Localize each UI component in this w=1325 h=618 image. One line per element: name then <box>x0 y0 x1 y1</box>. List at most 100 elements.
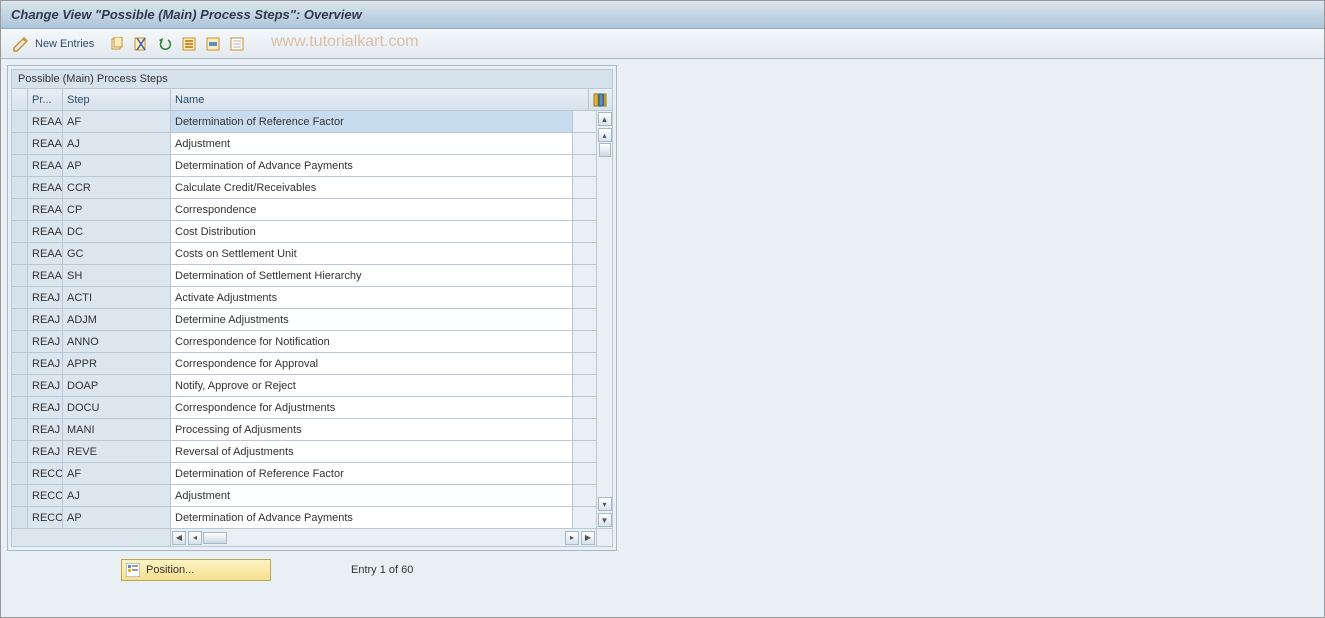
table-row[interactable]: REAJDOCUCorrespondence for Adjustments <box>12 397 597 419</box>
row-selector[interactable] <box>12 221 28 243</box>
row-selector[interactable] <box>12 331 28 353</box>
cell-step: AJ <box>63 485 171 507</box>
row-selector[interactable] <box>12 111 28 133</box>
cell-name[interactable]: Determination of Advance Payments <box>171 155 573 177</box>
select-block-icon[interactable] <box>204 35 222 53</box>
cell-spacer <box>573 243 597 265</box>
cell-name[interactable]: Cost Distribution <box>171 221 573 243</box>
scroll-down-icon[interactable]: ▼ <box>598 513 612 527</box>
cell-name[interactable]: Calculate Credit/Receivables <box>171 177 573 199</box>
cell-pr: REAJ <box>28 375 63 397</box>
cell-name[interactable]: Determination of Advance Payments <box>171 507 573 529</box>
cell-pr: REAJ <box>28 331 63 353</box>
row-selector[interactable] <box>12 265 28 287</box>
row-selector[interactable] <box>12 441 28 463</box>
table-row[interactable]: REAADCCost Distribution <box>12 221 597 243</box>
delete-icon[interactable] <box>132 35 150 53</box>
cell-step: ACTI <box>63 287 171 309</box>
cell-name[interactable]: Notify, Approve or Reject <box>171 375 573 397</box>
table-row[interactable]: RECOAFDetermination of Reference Factor <box>12 463 597 485</box>
cell-name[interactable]: Correspondence for Approval <box>171 353 573 375</box>
table-row[interactable]: REAJACTIActivate Adjustments <box>12 287 597 309</box>
vertical-scrollbar[interactable]: ▲ ▴ ▾ ▼ <box>597 111 613 529</box>
cell-spacer <box>573 463 597 485</box>
table-row[interactable]: RECOAPDetermination of Advance Payments <box>12 507 597 529</box>
scroll-up-icon[interactable]: ▲ <box>598 112 612 126</box>
content-area: Possible (Main) Process Steps Pr... Step… <box>1 59 1324 617</box>
scroll-left2-icon[interactable]: ◂ <box>188 531 202 545</box>
column-header-pr[interactable]: Pr... <box>28 89 63 111</box>
table-row[interactable]: REAAAJAdjustment <box>12 133 597 155</box>
cell-name[interactable]: Determination of Reference Factor <box>171 463 573 485</box>
position-icon <box>126 563 140 577</box>
row-selector[interactable] <box>12 463 28 485</box>
configure-columns-icon[interactable] <box>589 89 613 111</box>
new-entries-button[interactable]: New Entries <box>35 38 94 50</box>
select-all-icon[interactable] <box>180 35 198 53</box>
table-row[interactable]: REAASHDetermination of Settlement Hierar… <box>12 265 597 287</box>
cell-name[interactable]: Adjustment <box>171 133 573 155</box>
scroll-right-icon[interactable]: ▶ <box>581 531 595 545</box>
cell-name[interactable]: Activate Adjustments <box>171 287 573 309</box>
deselect-all-icon[interactable] <box>228 35 246 53</box>
cell-step: DOAP <box>63 375 171 397</box>
cell-name[interactable]: Correspondence for Adjustments <box>171 397 573 419</box>
row-selector[interactable] <box>12 375 28 397</box>
cell-name[interactable]: Correspondence <box>171 199 573 221</box>
table-row[interactable]: RECOAJAdjustment <box>12 485 597 507</box>
table-row[interactable]: REAJAPPRCorrespondence for Approval <box>12 353 597 375</box>
horizontal-scrollbar[interactable]: ◀ ◂ ▸ ▶ <box>11 529 613 547</box>
header-selector[interactable] <box>12 89 28 111</box>
position-button[interactable]: Position... <box>121 559 271 581</box>
cell-step: GC <box>63 243 171 265</box>
row-selector[interactable] <box>12 133 28 155</box>
row-selector[interactable] <box>12 485 28 507</box>
cell-pr: REAJ <box>28 397 63 419</box>
table-row[interactable]: REAJANNOCorrespondence for Notification <box>12 331 597 353</box>
undo-change-icon[interactable] <box>156 35 174 53</box>
cell-name[interactable]: Determine Adjustments <box>171 309 573 331</box>
table-row[interactable]: REAACPCorrespondence <box>12 199 597 221</box>
column-header-name[interactable]: Name <box>171 89 589 111</box>
table-row[interactable]: REAAAPDetermination of Advance Payments <box>12 155 597 177</box>
table-row[interactable]: REAAGCCosts on Settlement Unit <box>12 243 597 265</box>
scroll-right2-icon[interactable]: ▸ <box>565 531 579 545</box>
row-selector[interactable] <box>12 419 28 441</box>
table-row[interactable]: REAAAFDetermination of Reference Factor <box>12 111 597 133</box>
toggle-display-change-icon[interactable] <box>11 35 29 53</box>
copy-as-icon[interactable] <box>108 35 126 53</box>
row-selector[interactable] <box>12 507 28 529</box>
cell-name[interactable]: Processing of Adjusments <box>171 419 573 441</box>
cell-name[interactable]: Adjustment <box>171 485 573 507</box>
row-selector[interactable] <box>12 287 28 309</box>
cell-name[interactable]: Reversal of Adjustments <box>171 441 573 463</box>
row-selector[interactable] <box>12 177 28 199</box>
cell-step: AF <box>63 463 171 485</box>
scroll-left-icon[interactable]: ◀ <box>172 531 186 545</box>
table-row[interactable]: REAJMANIProcessing of Adjusments <box>12 419 597 441</box>
cell-name[interactable]: Determination of Reference Factor <box>171 111 573 133</box>
table-row[interactable]: REAJREVEReversal of Adjustments <box>12 441 597 463</box>
row-selector[interactable] <box>12 397 28 419</box>
table-row[interactable]: REAACCRCalculate Credit/Receivables <box>12 177 597 199</box>
cell-spacer <box>573 265 597 287</box>
cell-step: CCR <box>63 177 171 199</box>
cell-name[interactable]: Costs on Settlement Unit <box>171 243 573 265</box>
table-row[interactable]: REAJADJMDetermine Adjustments <box>12 309 597 331</box>
scroll-thumb[interactable] <box>599 143 611 157</box>
cell-name[interactable]: Determination of Settlement Hierarchy <box>171 265 573 287</box>
hscroll-thumb[interactable] <box>203 532 227 544</box>
cell-spacer <box>573 177 597 199</box>
cell-spacer <box>573 309 597 331</box>
table-row[interactable]: REAJDOAPNotify, Approve or Reject <box>12 375 597 397</box>
row-selector[interactable] <box>12 199 28 221</box>
cell-name[interactable]: Correspondence for Notification <box>171 331 573 353</box>
window-title-bar: Change View "Possible (Main) Process Ste… <box>1 1 1324 29</box>
row-selector[interactable] <box>12 353 28 375</box>
row-selector[interactable] <box>12 243 28 265</box>
column-header-step[interactable]: Step <box>63 89 171 111</box>
row-selector[interactable] <box>12 155 28 177</box>
scroll-page-down-icon[interactable]: ▾ <box>598 497 612 511</box>
scroll-page-up-icon[interactable]: ▴ <box>598 128 612 142</box>
row-selector[interactable] <box>12 309 28 331</box>
